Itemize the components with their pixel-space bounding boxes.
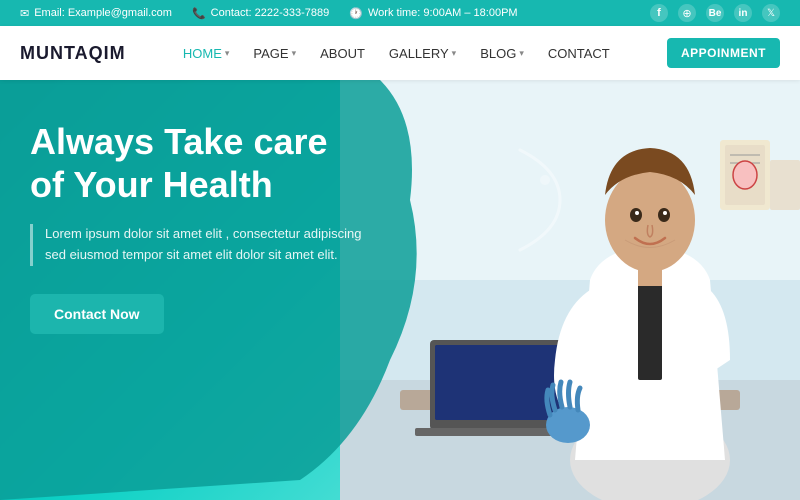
hero-section: Always Take care of Your Health Lorem ip… (0, 80, 800, 500)
phone-icon: 📞 (192, 7, 206, 20)
email-info: ✉ Email: Example@gmail.com (20, 7, 172, 20)
logo: MUNTAQIM (20, 43, 126, 64)
nav-link-about[interactable]: ABOUT (310, 40, 375, 67)
chevron-down-icon: ▾ (292, 48, 297, 59)
nav-link-gallery[interactable]: GALLERY ▾ (379, 40, 466, 67)
top-bar-socials: f ⊕ Be in 𝕏 (650, 4, 780, 22)
nav-link-page[interactable]: PAGE ▾ (243, 40, 306, 67)
nav-item-about[interactable]: ABOUT (310, 40, 375, 67)
nav-item-blog[interactable]: BLOG ▾ (470, 40, 534, 67)
chevron-down-icon: ▾ (452, 48, 457, 59)
twitter-icon[interactable]: 𝕏 (762, 4, 780, 22)
email-text: Email: Example@gmail.com (34, 7, 172, 19)
hero-title: Always Take care of Your Health (30, 120, 370, 206)
nav-item-page[interactable]: PAGE ▾ (243, 40, 306, 67)
nav-item-home[interactable]: HOME ▾ (173, 40, 240, 67)
linkedin-icon[interactable]: in (734, 4, 752, 22)
nav-item-gallery[interactable]: GALLERY ▾ (379, 40, 466, 67)
hero-description: Lorem ipsum dolor sit amet elit , consec… (30, 224, 370, 266)
email-icon: ✉ (20, 7, 29, 20)
phone-info: 📞 Contact: 2222-333-7889 (192, 7, 329, 20)
behance-icon[interactable]: Be (706, 4, 724, 22)
worktime-text: Work time: 9:00AM – 18:00PM (368, 7, 518, 19)
nav-links: HOME ▾ PAGE ▾ ABOUT GALLERY ▾ BLOG ▾ (173, 40, 620, 67)
nav-item-contact[interactable]: CONTACT (538, 40, 620, 67)
nav-link-contact[interactable]: CONTACT (538, 40, 620, 67)
nav-link-blog[interactable]: BLOG ▾ (470, 40, 534, 67)
appointment-button[interactable]: APPOINMENT (667, 38, 780, 68)
worktime-info: 🕐 Work time: 9:00AM – 18:00PM (349, 7, 517, 20)
nav-link-home[interactable]: HOME ▾ (173, 40, 240, 67)
top-bar: ✉ Email: Example@gmail.com 📞 Contact: 22… (0, 0, 800, 26)
hero-content: Always Take care of Your Health Lorem ip… (30, 120, 370, 334)
facebook-icon[interactable]: f (650, 4, 668, 22)
navbar: MUNTAQIM HOME ▾ PAGE ▾ ABOUT GALLERY ▾ (0, 26, 800, 80)
contact-now-button[interactable]: Contact Now (30, 294, 164, 334)
clock-icon: 🕐 (349, 7, 363, 20)
globe-icon[interactable]: ⊕ (678, 4, 696, 22)
bracket-decoration (510, 140, 570, 260)
phone-text: Contact: 2222-333-7889 (211, 7, 330, 19)
chevron-down-icon: ▾ (225, 48, 230, 59)
top-bar-left: ✉ Email: Example@gmail.com 📞 Contact: 22… (20, 7, 518, 20)
chevron-down-icon: ▾ (519, 48, 524, 59)
